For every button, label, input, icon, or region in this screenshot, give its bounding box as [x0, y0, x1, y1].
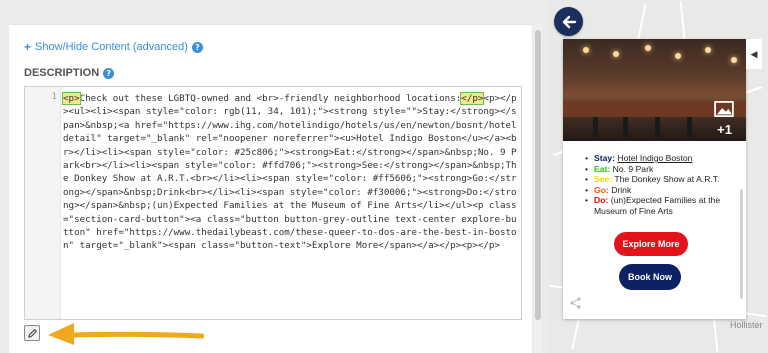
see-value: The Donkey Show at A.R.T.: [614, 174, 720, 185]
list-item-eat: Eat: No. 9 Park: [585, 164, 745, 175]
divider: [9, 24, 532, 25]
editor-pane: + Show/Hide Content (advanced) ? DESCRIP…: [0, 0, 548, 353]
pendant-light: [731, 57, 737, 63]
see-key: See:: [594, 174, 613, 185]
pencil-icon: [27, 328, 37, 338]
html-code-editor[interactable]: 1 <p>Check out these LGBTQ-owned and <br…: [24, 86, 522, 320]
map-place-label: Hollister: [730, 320, 763, 330]
arrow-left-icon: [562, 15, 576, 28]
code-close-tag: </p>: [460, 92, 485, 105]
explore-more-button[interactable]: Explore More: [614, 232, 688, 256]
eat-key: Eat:: [594, 163, 611, 174]
description-label: DESCRIPTION: [24, 67, 100, 79]
image-gallery-icon[interactable]: [714, 101, 734, 117]
list-item-see: See: The Donkey Show at A.R.T.: [585, 174, 745, 185]
restaurant-photo[interactable]: +1: [563, 39, 746, 141]
go-value: Drink: [611, 184, 632, 195]
annotation-arrow: [48, 323, 204, 345]
description-heading: DESCRIPTION ?: [24, 67, 115, 79]
location-list: Stay: Hotel Indigo Boston Eat: No. 9 Par…: [585, 153, 745, 217]
question-circle-icon[interactable]: ?: [191, 41, 203, 53]
list-item-stay: Stay: Hotel Indigo Boston: [585, 153, 745, 164]
bar-stool: [623, 117, 628, 137]
pendant-light: [705, 47, 711, 53]
eat-value: No. 9 Park: [612, 163, 654, 174]
code-open-tag: <p>: [62, 92, 81, 105]
editor-scrollbar-thumb[interactable]: [535, 30, 541, 320]
bar-stool: [687, 117, 692, 137]
back-button[interactable]: [554, 7, 583, 36]
go-key: Go:: [594, 184, 609, 195]
bar-stool: [655, 117, 660, 137]
collapse-card-button[interactable]: ◀: [746, 39, 762, 69]
pendant-light: [645, 45, 651, 51]
pendant-light: [675, 53, 681, 59]
chevron-left-icon: ◀: [750, 48, 758, 59]
line-number: 1: [51, 92, 57, 102]
do-key: Do:: [594, 195, 609, 206]
code-body: <p></p><ul><li><span style="color: rgb(1…: [63, 93, 517, 252]
pendant-light: [613, 51, 619, 57]
plus-icon: +: [24, 40, 32, 54]
pendant-light: [583, 47, 589, 53]
hotel-indigo-link[interactable]: Hotel Indigo Boston: [617, 153, 692, 163]
line-number-gutter: 1: [25, 87, 61, 319]
question-circle-icon[interactable]: ?: [103, 67, 115, 79]
edit-button[interactable]: [24, 325, 40, 341]
stay-key: Stay:: [594, 153, 616, 163]
photo-count: +1: [717, 122, 732, 137]
code-text[interactable]: <p>Check out these LGBTQ-owned and <br>-…: [62, 92, 518, 253]
share-icon[interactable]: [570, 297, 581, 309]
list-item-do: Do: (un)Expected Families at the Museum …: [585, 195, 745, 216]
book-now-button[interactable]: Book Now: [619, 264, 681, 290]
show-hide-content-toggle[interactable]: + Show/Hide Content (advanced) ?: [24, 40, 203, 54]
bar-stool: [593, 117, 598, 137]
do-value: (un)Expected Families at the Museum of F…: [594, 195, 721, 216]
toggle-label: Show/Hide Content (advanced): [35, 41, 188, 53]
list-item-go: Go: Drink: [585, 185, 745, 196]
code-intro-text: Check out these LGBTQ-owned and <br>-fri…: [79, 93, 462, 104]
